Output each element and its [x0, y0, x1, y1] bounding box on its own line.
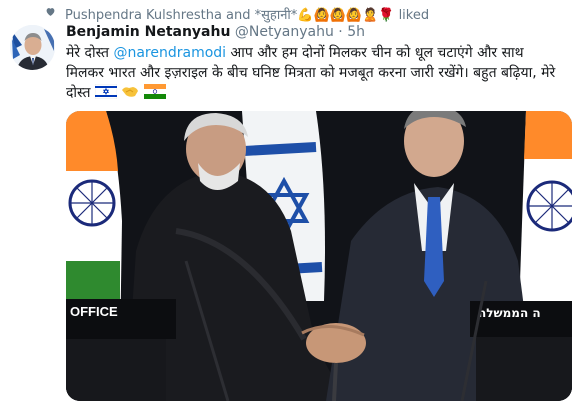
separator-dot: ·: [338, 24, 343, 40]
avatar[interactable]: [10, 25, 55, 70]
tweet-text: मेरे दोस्त @narendramodi आप और हम दोनों …: [66, 43, 566, 103]
india-flag-icon: [143, 84, 166, 99]
heart-icon: [46, 8, 55, 16]
tweet-timestamp[interactable]: 5h: [347, 24, 365, 40]
israel-flag-icon: [94, 84, 117, 99]
author-handle[interactable]: @Netyanyahu: [235, 24, 334, 40]
liked-names[interactable]: Pushpendra Kulshrestha and *सुहानी*: [65, 8, 297, 23]
mention-link[interactable]: @narendramodi: [113, 45, 226, 61]
liked-emojis: 💪🙆🙆🙆🙎🌹: [297, 8, 395, 23]
handshake-icon: [122, 87, 139, 97]
tweet-header: Benjamin Netanyahu @Netyanyahu · 5h: [66, 24, 365, 40]
social-context: Pushpendra Kulshrestha and *सुहानी*💪🙆🙆🙆🙎…: [0, 0, 573, 26]
avatar-image: [10, 25, 55, 70]
photo-image: OFFICE ה הממשלה: [66, 111, 572, 401]
tweet-photo[interactable]: OFFICE ה הממשלה: [66, 111, 572, 401]
podium-right-text: ה הממשלה: [478, 306, 541, 320]
author-name[interactable]: Benjamin Netanyahu: [66, 24, 230, 40]
podium-left-text: OFFICE: [70, 304, 118, 319]
tweet-text-part1: मेरे दोस्त: [66, 45, 114, 61]
liked-by-text[interactable]: Pushpendra Kulshrestha and *सुहानी*💪🙆🙆🙆🙎…: [65, 5, 429, 23]
liked-label: liked: [398, 8, 430, 23]
tweet[interactable]: Pushpendra Kulshrestha and *सुहानी*💪🙆🙆🙆🙎…: [0, 0, 573, 405]
